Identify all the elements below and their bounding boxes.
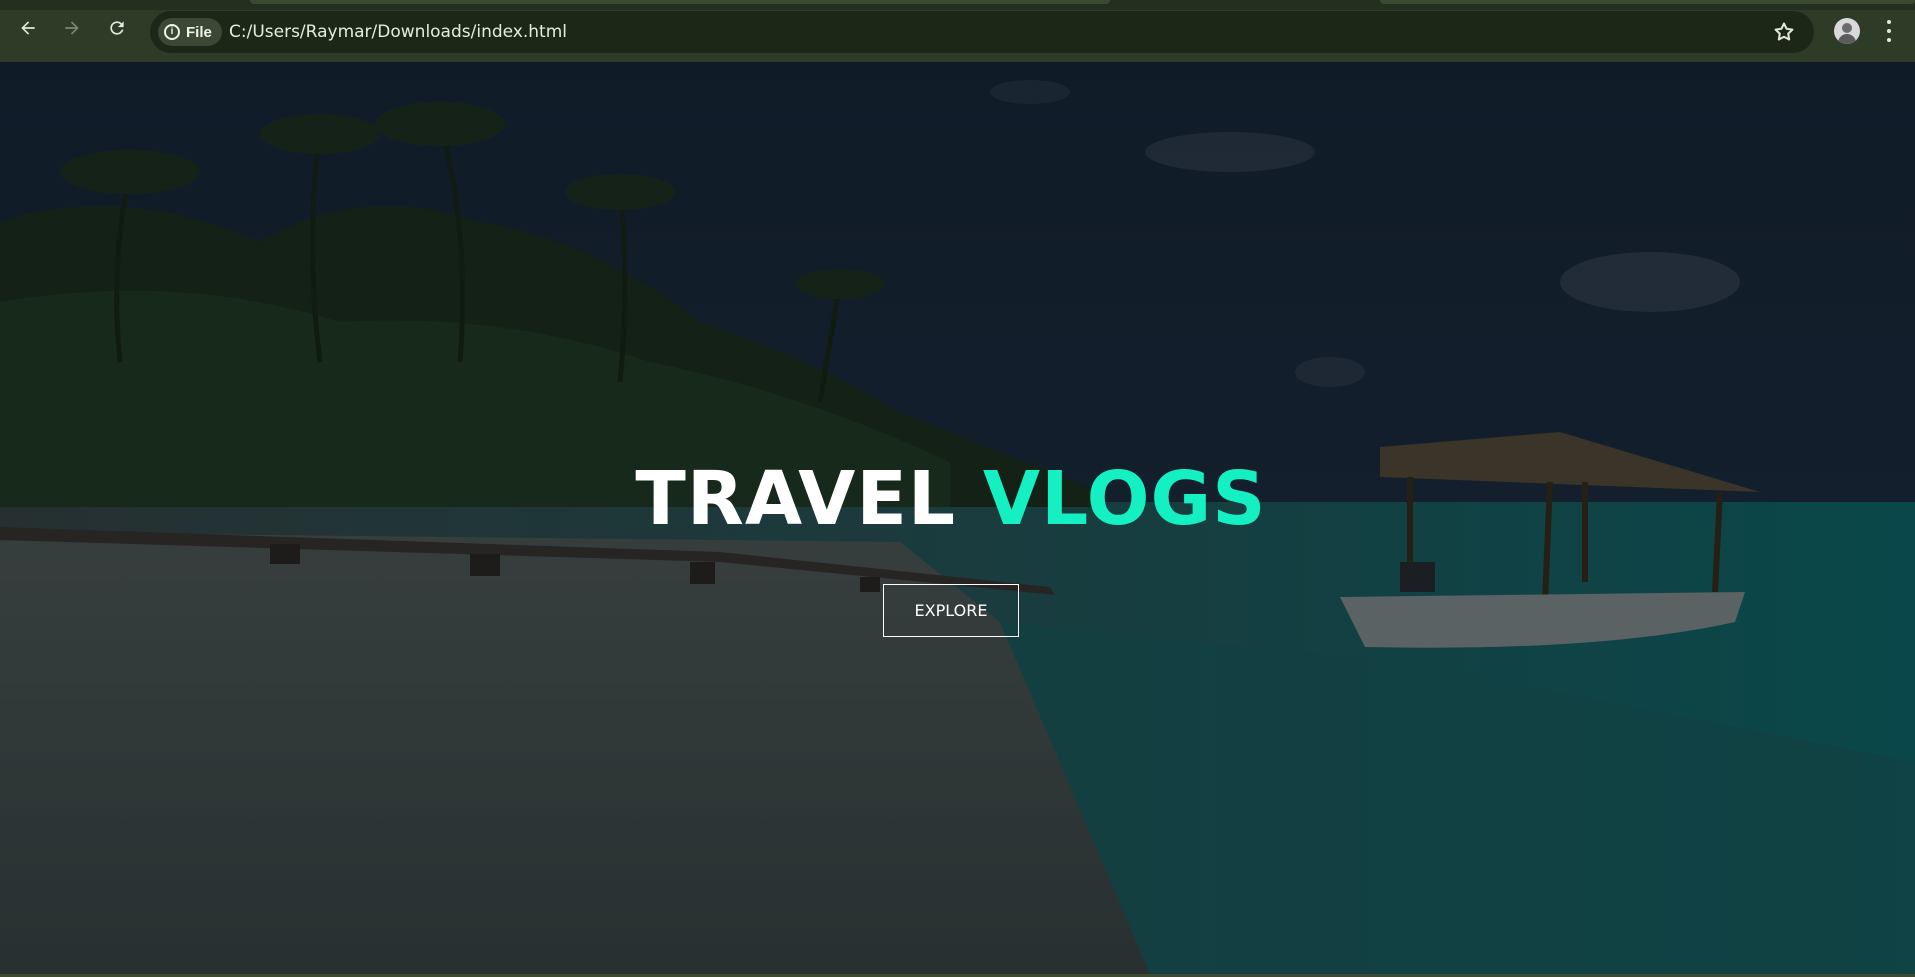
hero-title: TRAVEL VLOGS (0, 462, 1902, 536)
address-bar[interactable]: i File C:/Users/Raymar/Downloads/index.h… (150, 11, 1814, 53)
info-icon: i (164, 24, 180, 40)
url-text[interactable]: C:/Users/Raymar/Downloads/index.html (229, 22, 567, 42)
menu-dot (1887, 20, 1891, 25)
browser-toolbar: i File C:/Users/Raymar/Downloads/index.h… (0, 0, 1915, 62)
explore-button[interactable]: EXPLORE (883, 584, 1019, 637)
avatar-body (1838, 34, 1856, 44)
back-button[interactable] (16, 16, 40, 40)
avatar[interactable] (1834, 18, 1860, 44)
page-viewport: TRAVEL VLOGS EXPLORE (0, 62, 1915, 974)
star-icon[interactable] (1772, 20, 1796, 44)
menu-dot (1887, 37, 1891, 42)
avatar-head (1842, 23, 1852, 33)
forward-arrow-icon (65, 21, 79, 35)
hero-title-part1: TRAVEL (635, 456, 957, 542)
hero-section: TRAVEL VLOGS EXPLORE (0, 62, 1915, 974)
reload-button[interactable] (105, 16, 129, 40)
forward-button[interactable] (60, 16, 84, 40)
tab-hint[interactable] (250, 0, 1110, 4)
reload-icon (110, 21, 124, 35)
menu-dot (1887, 28, 1891, 33)
site-chip-label: File (186, 23, 212, 41)
tab-hint[interactable] (1380, 0, 1915, 4)
site-info-chip[interactable]: i File (158, 18, 222, 46)
kebab-menu-icon[interactable] (1884, 18, 1894, 44)
hero-title-part2: VLOGS (982, 456, 1267, 542)
back-arrow-icon (21, 21, 35, 35)
